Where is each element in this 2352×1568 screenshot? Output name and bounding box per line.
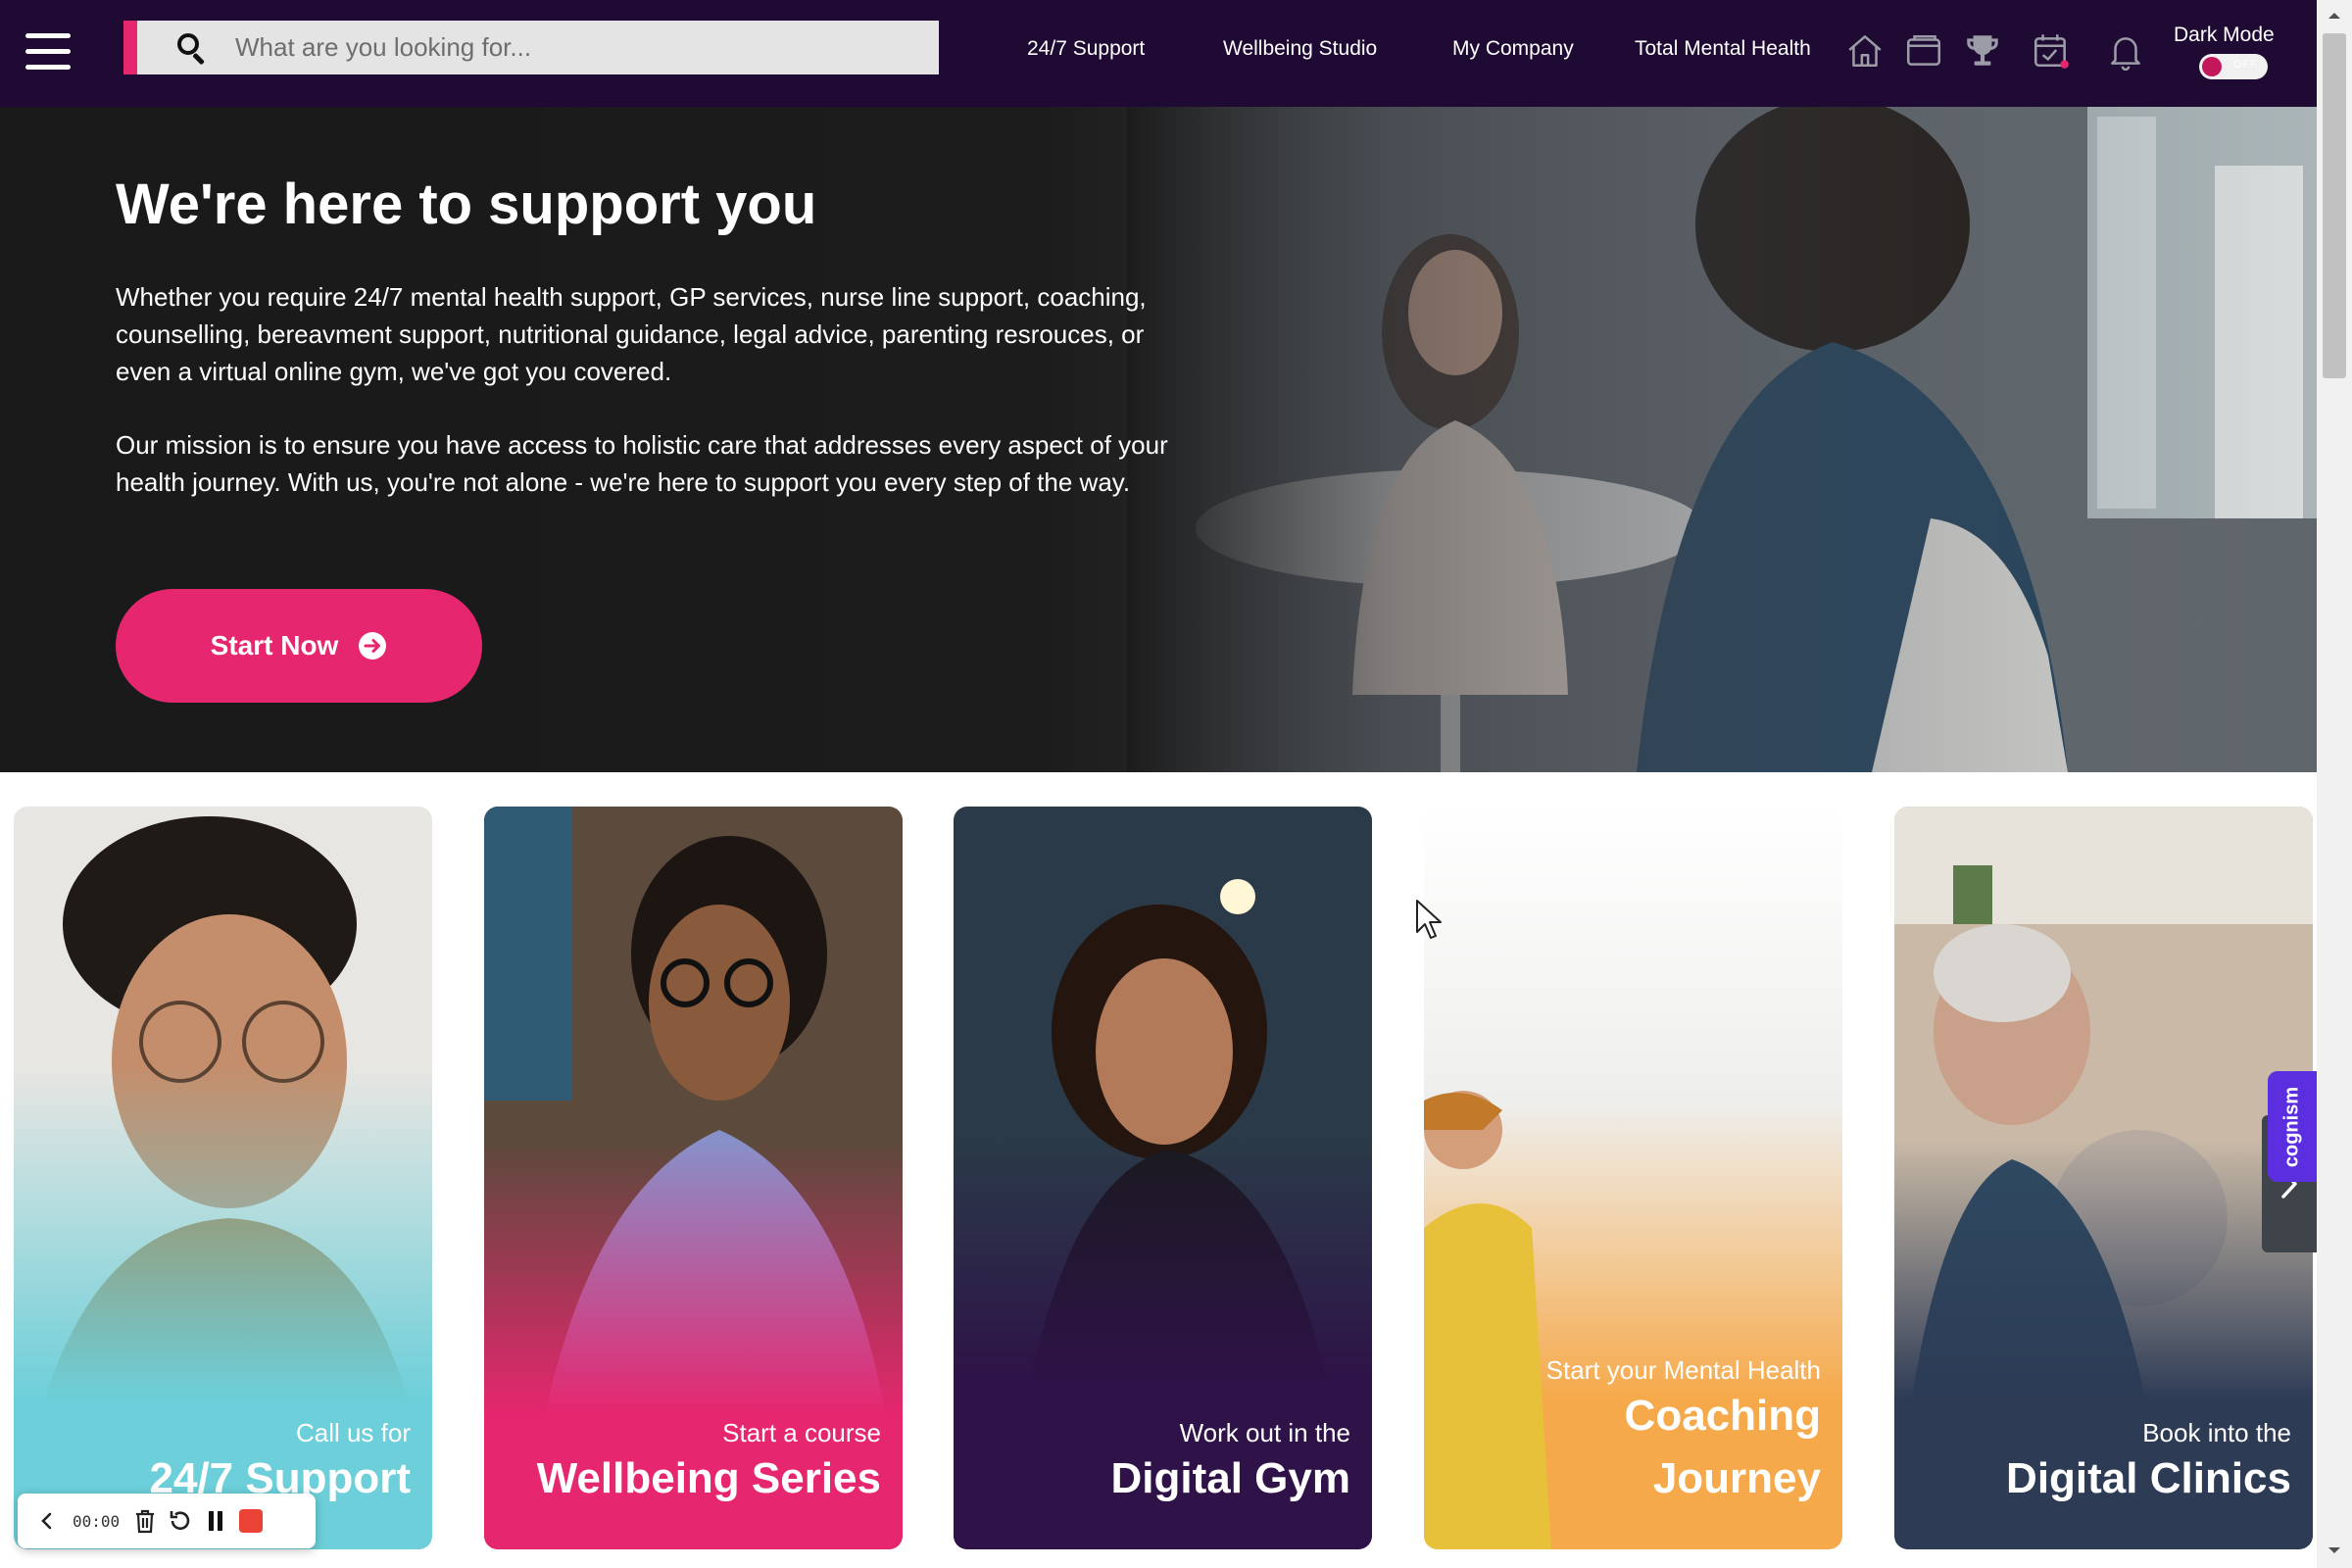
wallet-icon[interactable] bbox=[1903, 30, 1944, 72]
start-now-label: Start Now bbox=[210, 630, 339, 661]
arrow-right-circle-icon bbox=[359, 632, 387, 660]
restart-icon bbox=[170, 1511, 190, 1530]
restart-recording-button[interactable] bbox=[163, 1503, 198, 1539]
menu-icon[interactable] bbox=[25, 33, 71, 73]
top-navigation-bar: 24/7 Support Wellbeing Studio My Company… bbox=[0, 0, 2317, 107]
hero-title: We're here to support you bbox=[116, 172, 817, 236]
card-title: Digital Clinics bbox=[2006, 1454, 2291, 1502]
card-title: Wellbeing Series bbox=[536, 1454, 881, 1502]
cognism-label: cognism bbox=[2280, 1086, 2303, 1167]
trash-icon bbox=[136, 1509, 155, 1534]
card-subtitle: Book into the bbox=[2142, 1418, 2291, 1447]
dark-mode-label: Dark Mode bbox=[2174, 24, 2275, 46]
chevron-left-icon bbox=[41, 1512, 52, 1530]
scroll-down-arrow-icon[interactable] bbox=[2323, 1539, 2346, 1562]
stop-icon bbox=[239, 1509, 264, 1533]
card-subtitle: Work out in the bbox=[1179, 1418, 1350, 1447]
mouse-cursor-icon bbox=[1416, 900, 1442, 939]
search-input[interactable] bbox=[233, 23, 919, 73]
calendar-check-icon[interactable] bbox=[2031, 30, 2072, 72]
pause-icon bbox=[209, 1511, 223, 1531]
dark-mode-toggle[interactable]: OFF bbox=[2199, 54, 2268, 79]
stop-recording-button[interactable] bbox=[233, 1503, 269, 1539]
scrollbar-thumb[interactable] bbox=[2323, 33, 2346, 378]
card-title-line-2: Journey bbox=[1652, 1454, 1821, 1502]
hero-mission: Our mission is to ensure you have access… bbox=[116, 430, 1168, 497]
search-accent-bar bbox=[123, 21, 137, 74]
home-icon[interactable] bbox=[1844, 30, 1886, 72]
card-coaching-journey[interactable]: Start your Mental Health Coaching Journe… bbox=[1424, 807, 1842, 1549]
toggle-knob bbox=[2202, 57, 2222, 76]
nav-link-wellbeing-studio[interactable]: Wellbeing Studio bbox=[1223, 37, 1377, 61]
nav-link-24-7-support[interactable]: 24/7 Support bbox=[1027, 37, 1145, 61]
card-digital-clinics[interactable]: Book into the Digital Clinics bbox=[1894, 807, 2313, 1549]
nav-link-my-company[interactable]: My Company bbox=[1452, 37, 1574, 61]
scroll-up-arrow-icon[interactable] bbox=[2323, 4, 2346, 27]
toggle-state: OFF bbox=[2233, 59, 2258, 71]
hero-photo bbox=[1127, 107, 2317, 772]
nav-link-total-mental-health[interactable]: Total Mental Health bbox=[1635, 37, 1811, 61]
card-subtitle: Start your Mental Health bbox=[1545, 1355, 1821, 1385]
card-wellbeing-series[interactable]: Start a course Wellbeing Series bbox=[484, 807, 903, 1549]
start-now-button[interactable]: Start Now bbox=[116, 589, 482, 703]
search-icon[interactable] bbox=[177, 32, 207, 65]
recording-timer: 00:00 bbox=[73, 1511, 121, 1531]
hero-description: Whether you require 24/7 mental health s… bbox=[116, 282, 1147, 386]
card-subtitle: Call us for bbox=[295, 1418, 411, 1447]
hero-banner: We're here to support you Whether you re… bbox=[0, 107, 2317, 772]
screen-recorder-toolbar: 00:00 bbox=[18, 1494, 316, 1548]
pause-recording-button[interactable] bbox=[198, 1503, 233, 1539]
search-bar[interactable] bbox=[137, 21, 939, 74]
bell-icon[interactable] bbox=[2105, 30, 2146, 72]
trophy-icon[interactable] bbox=[1962, 30, 2003, 72]
collapse-recorder-button[interactable] bbox=[29, 1503, 65, 1539]
card-title: Digital Gym bbox=[1110, 1454, 1351, 1502]
card-title-line-1: Coaching bbox=[1624, 1392, 1821, 1440]
card-24-7-support[interactable]: Call us for 24/7 Support bbox=[14, 807, 432, 1549]
card-subtitle: Start a course bbox=[722, 1418, 881, 1447]
delete-recording-button[interactable] bbox=[127, 1503, 163, 1539]
card-digital-gym[interactable]: Work out in the Digital Gym bbox=[954, 807, 1372, 1549]
cognism-side-tab[interactable]: cognism bbox=[2268, 1071, 2317, 1182]
